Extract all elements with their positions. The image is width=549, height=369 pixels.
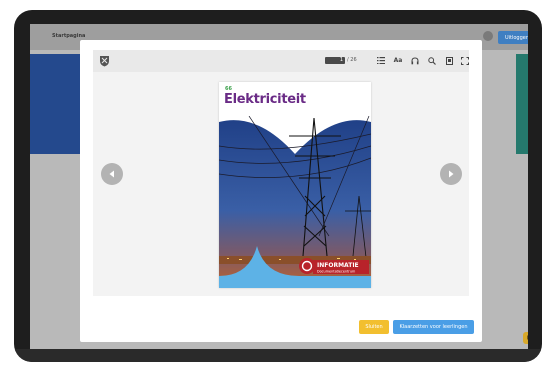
device-chin xyxy=(14,349,542,362)
assign-to-students-button[interactable]: Klaarzetten voor leerlingen xyxy=(393,320,474,334)
avatar[interactable] xyxy=(483,31,493,41)
chevron-left-icon xyxy=(109,170,114,178)
badge-title: INFORMATIE xyxy=(317,262,359,269)
headphones-icon[interactable] xyxy=(410,55,420,66)
book-title: Elektriciteit xyxy=(224,92,306,107)
previous-page-button[interactable] xyxy=(101,163,123,185)
fullscreen-icon[interactable] xyxy=(460,55,470,66)
single-page-icon[interactable] xyxy=(444,55,454,66)
logout-button[interactable]: Uitloggen xyxy=(498,31,528,44)
background-nav-startpagina[interactable]: Startpagina xyxy=(52,33,85,39)
next-page-button[interactable] xyxy=(440,163,462,185)
close-button[interactable]: Sluiten xyxy=(359,320,389,334)
chevron-right-icon xyxy=(449,170,454,178)
text-size-icon[interactable]: Aa xyxy=(393,55,403,66)
cover-photo-power-lines: INFORMATIE Documentatiecentrum xyxy=(219,116,371,288)
book-viewer: / 26 Aa 66 xyxy=(93,50,469,296)
shield-logo-icon xyxy=(100,56,109,67)
search-icon[interactable] xyxy=(427,55,437,66)
viewer-toolbar: / 26 Aa xyxy=(93,50,469,72)
background-tile-teal xyxy=(516,54,528,154)
table-of-contents-icon[interactable] xyxy=(376,55,386,66)
page-number-input[interactable] xyxy=(325,57,345,64)
book-preview-modal: / 26 Aa 66 xyxy=(80,40,482,342)
book-cover: 66 Elektriciteit INFORMATIE Documentatie… xyxy=(219,82,371,288)
badge-subtitle: Documentatiecentrum xyxy=(317,270,356,274)
smiley-helper-icon[interactable]: 😊 xyxy=(523,332,528,344)
page-total: / 26 xyxy=(347,57,357,63)
